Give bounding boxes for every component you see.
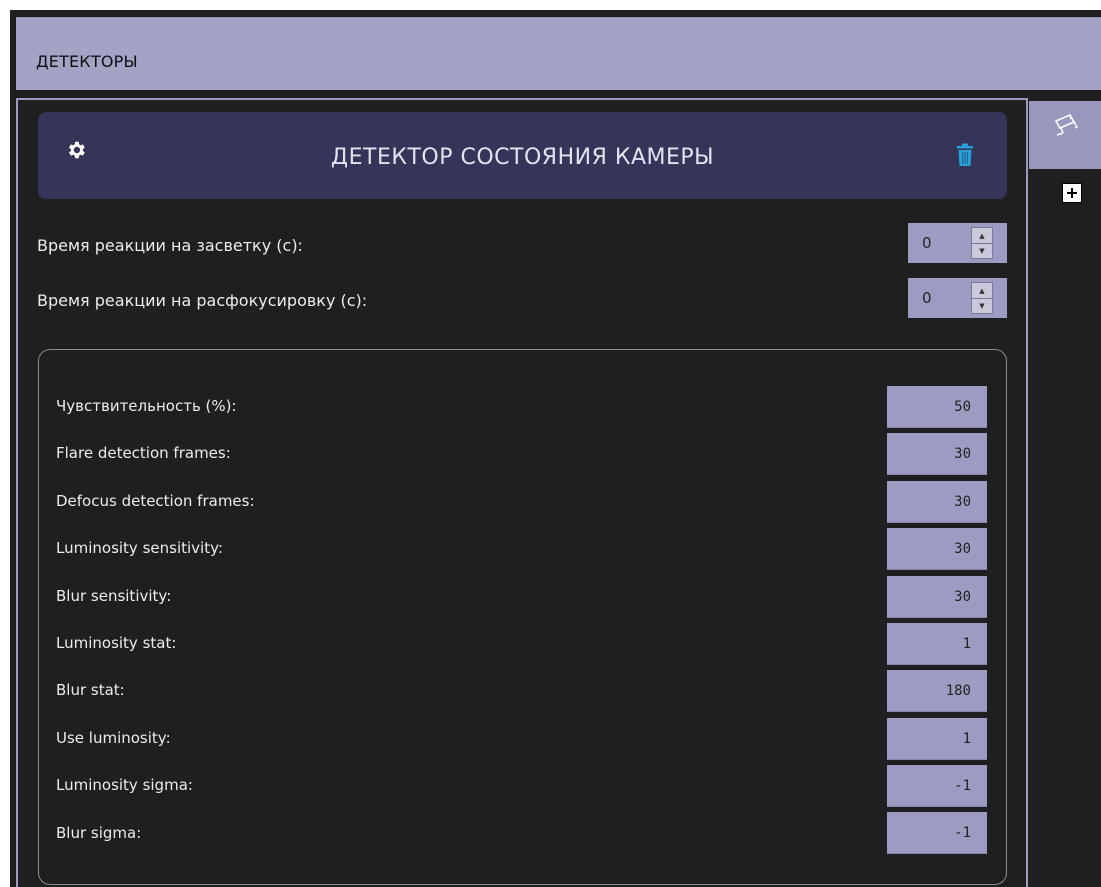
param-label: Flare detection frames: — [56, 444, 231, 462]
parameters-group — [38, 349, 1007, 885]
spin-up-button[interactable]: ▲ — [972, 283, 992, 299]
param-label: Use luminosity: — [56, 729, 171, 747]
spin-up-button[interactable]: ▲ — [972, 228, 992, 244]
defocus-reaction-spinbox[interactable]: 0 ▲ ▼ — [908, 278, 1007, 318]
luminosity-sigma-field[interactable]: -1 — [887, 765, 987, 807]
param-label: Blur sensitivity: — [56, 587, 172, 605]
param-label: Чувствительность (%): — [56, 397, 237, 415]
luminosity-sensitivity-field[interactable]: 30 — [887, 528, 987, 570]
tab-camera-detector[interactable] — [1029, 101, 1101, 169]
page-title: ДЕТЕКТОРЫ — [36, 52, 138, 71]
param-label: Luminosity sigma: — [56, 776, 193, 794]
spin-buttons: ▲ ▼ — [971, 227, 993, 259]
trash-icon[interactable] — [955, 143, 975, 171]
use-luminosity-field[interactable]: 1 — [887, 718, 987, 760]
defocus-frames-field[interactable]: 30 — [887, 481, 987, 523]
blur-stat-field[interactable]: 180 — [887, 670, 987, 712]
flare-frames-field[interactable]: 30 — [887, 433, 987, 475]
param-label: Blur sigma: — [56, 824, 142, 842]
detectors-header: ДЕТЕКТОРЫ — [16, 17, 1101, 90]
blur-sensitivity-field[interactable]: 30 — [887, 576, 987, 618]
spin-down-button[interactable]: ▼ — [972, 243, 992, 258]
blur-sigma-field[interactable]: -1 — [887, 812, 987, 854]
luminosity-stat-field[interactable]: 1 — [887, 623, 987, 665]
flare-reaction-spinbox[interactable]: 0 ▲ ▼ — [908, 223, 1007, 263]
param-label: Defocus detection frames: — [56, 492, 255, 510]
detector-header: ДЕТЕКТОР СОСТОЯНИЯ КАМЕРЫ — [38, 112, 1007, 199]
defocus-reaction-value: 0 — [922, 289, 932, 307]
sensitivity-field[interactable]: 50 — [887, 386, 987, 428]
spin-down-button[interactable]: ▼ — [972, 298, 992, 313]
flare-reaction-label: Время реакции на засветку (с): — [37, 236, 303, 255]
param-label: Luminosity stat: — [56, 634, 177, 652]
security-camera-icon — [1053, 113, 1079, 143]
param-label: Blur stat: — [56, 681, 125, 699]
spin-buttons: ▲ ▼ — [971, 282, 993, 314]
detector-title: ДЕТЕКТОР СОСТОЯНИЯ КАМЕРЫ — [330, 145, 715, 170]
flare-reaction-value: 0 — [922, 234, 932, 252]
defocus-reaction-label: Время реакции на расфокусировку (с): — [37, 291, 368, 310]
param-label: Luminosity sensitivity: — [56, 539, 223, 557]
add-detector-button[interactable] — [1062, 183, 1082, 203]
